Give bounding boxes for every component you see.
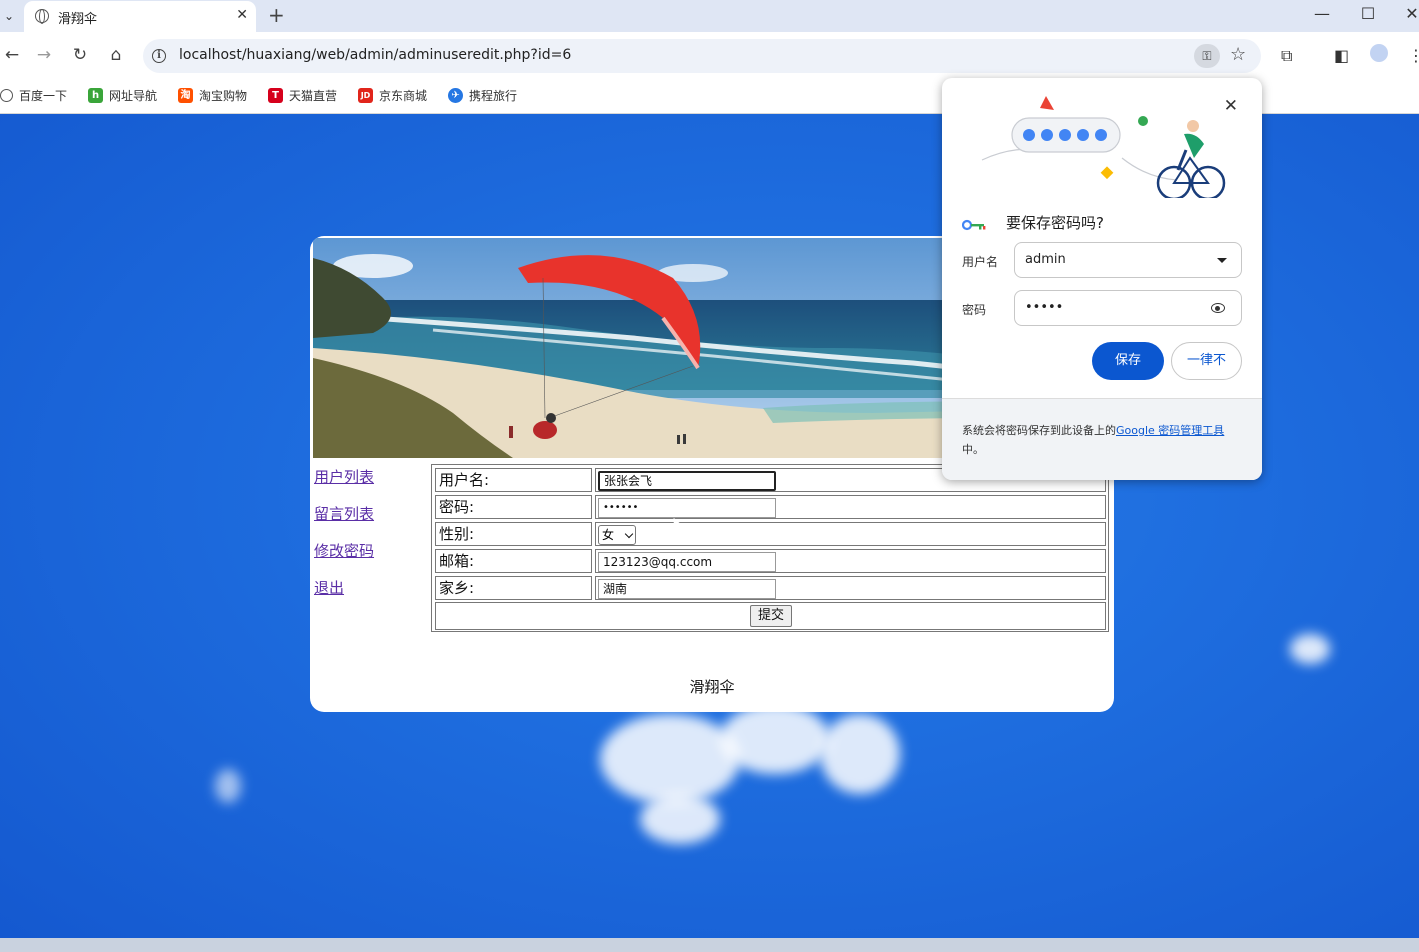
sidebar-link-logout[interactable]: 退出 bbox=[314, 577, 344, 598]
taobao-icon: 淘 bbox=[178, 88, 193, 103]
bookmark-baidu[interactable]: 百度一下 bbox=[0, 87, 67, 104]
window-close-icon[interactable]: ✕ bbox=[1392, 4, 1419, 23]
sidebar-link-message-list[interactable]: 留言列表 bbox=[314, 503, 374, 524]
form-row-gender: 性别: 女 bbox=[435, 522, 1106, 546]
url-text[interactable]: localhost/huaxiang/web/admin/adminusered… bbox=[179, 47, 571, 63]
username-label: 用户名: bbox=[435, 468, 592, 492]
form-row-hometown: 家乡: 湖南 bbox=[435, 576, 1106, 600]
cloud bbox=[1290, 634, 1330, 664]
hao123-icon: h bbox=[88, 88, 103, 103]
eye-icon[interactable] bbox=[1211, 303, 1225, 313]
cloud bbox=[600, 714, 740, 804]
tab-active[interactable]: 滑翔伞 ✕ bbox=[24, 1, 256, 32]
password-input[interactable]: •••••• bbox=[598, 498, 776, 518]
gender-select[interactable]: 女 bbox=[598, 525, 636, 545]
hometown-input[interactable]: 湖南 bbox=[598, 579, 776, 599]
form-row-submit: 提交 bbox=[435, 602, 1106, 630]
home-icon[interactable]: ⌂ bbox=[104, 45, 128, 65]
key-icon bbox=[961, 217, 986, 230]
bookmark-jd[interactable]: JD 京东商城 bbox=[358, 87, 427, 104]
bookmark-tmall[interactable]: T 天猫直营 bbox=[268, 87, 337, 104]
side-panel-icon[interactable]: ◧ bbox=[1334, 46, 1349, 65]
maximize-icon[interactable]: ☐ bbox=[1348, 4, 1388, 23]
dialog-title: 要保存密码吗? bbox=[961, 212, 1104, 233]
gender-label: 性别: bbox=[435, 522, 592, 546]
cloud bbox=[215, 769, 241, 803]
never-save-button[interactable]: 一律不 bbox=[1171, 342, 1242, 380]
password-label: 密码: bbox=[435, 495, 592, 519]
email-cell: 123123@qq.ccom bbox=[595, 549, 1106, 573]
form-row-email: 邮箱: 123123@qq.ccom bbox=[435, 549, 1106, 573]
baidu-icon bbox=[0, 89, 13, 102]
save-password-button[interactable]: 保存 bbox=[1092, 342, 1164, 380]
bookmark-taobao[interactable]: 淘 淘宝购物 bbox=[178, 87, 247, 104]
hometown-cell: 湖南 bbox=[595, 576, 1106, 600]
tab-strip: ⌄ 滑翔伞 ✕ + — ☐ ✕ bbox=[0, 0, 1419, 32]
username-input[interactable]: 张张会飞 bbox=[598, 471, 776, 491]
popup-username-value: admin bbox=[1025, 252, 1066, 267]
gender-selected-value: 女 bbox=[602, 528, 615, 542]
jd-icon: JD bbox=[358, 88, 373, 103]
submit-button[interactable]: 提交 bbox=[750, 605, 792, 627]
reload-icon[interactable]: ↻ bbox=[68, 45, 92, 65]
bookmark-ctrip[interactable]: ✈ 携程旅行 bbox=[448, 87, 517, 104]
bookmark-hao123[interactable]: h 网址导航 bbox=[88, 87, 157, 104]
browser-toolbar: ← → ↻ ⌂ i localhost/huaxiang/web/admin/a… bbox=[0, 32, 1419, 76]
chevron-down-icon bbox=[624, 529, 634, 539]
back-icon[interactable]: ← bbox=[0, 45, 24, 65]
site-info-icon[interactable]: i bbox=[152, 49, 166, 63]
page-footer: 滑翔伞 bbox=[689, 678, 735, 696]
dialog-footer-text: 系统会将密码保存到此设备上的Google 密码管理工具中。 bbox=[962, 424, 1225, 456]
ctrip-icon: ✈ bbox=[448, 88, 463, 103]
bottom-status-strip bbox=[0, 938, 1419, 952]
sidebar-link-change-password[interactable]: 修改密码 bbox=[314, 540, 374, 561]
menu-kebab-icon[interactable]: ⋮ bbox=[1408, 46, 1419, 65]
hometown-label: 家乡: bbox=[435, 576, 592, 600]
bookmark-star-icon[interactable]: ☆ bbox=[1230, 44, 1246, 65]
globe-icon bbox=[35, 9, 49, 24]
popup-password-field[interactable]: ••••• bbox=[1014, 290, 1242, 326]
popup-username-dropdown[interactable]: admin bbox=[1014, 242, 1242, 278]
cloud bbox=[720, 704, 830, 774]
password-cell: •••••• bbox=[595, 495, 1106, 519]
profile-avatar-icon[interactable] bbox=[1370, 44, 1388, 62]
cloud bbox=[640, 794, 720, 844]
password-manager-link[interactable]: Google 密码管理工具 bbox=[1116, 424, 1224, 437]
email-input[interactable]: 123123@qq.ccom bbox=[598, 552, 776, 572]
password-key-icon[interactable]: ⚿ bbox=[1194, 44, 1220, 68]
sidebar-link-user-list[interactable]: 用户列表 bbox=[314, 466, 374, 487]
tab-title: 滑翔伞 bbox=[58, 12, 98, 27]
minimize-icon[interactable]: — bbox=[1302, 4, 1342, 23]
email-label: 邮箱: bbox=[435, 549, 592, 573]
dialog-footer: 系统会将密码保存到此设备上的Google 密码管理工具中。 bbox=[942, 398, 1262, 480]
tab-close-icon[interactable]: ✕ bbox=[236, 7, 248, 23]
new-tab-icon[interactable]: + bbox=[268, 3, 285, 27]
forward-icon[interactable]: → bbox=[32, 45, 56, 65]
address-bar[interactable]: i localhost/huaxiang/web/admin/adminuser… bbox=[143, 39, 1261, 73]
extensions-icon[interactable]: ⧉ bbox=[1281, 46, 1292, 66]
password-illustration bbox=[981, 96, 1226, 198]
popup-password-label: 密码 bbox=[962, 303, 987, 317]
user-edit-form: 用户名: 张张会飞 密码: •••••• 性别: 女 邮箱: 123123@qq… bbox=[431, 464, 1109, 632]
popup-password-value: ••••• bbox=[1025, 300, 1064, 315]
save-password-dialog: ✕ 要保存密码吗? 用户名 admin 密码 ••••• 保存 一律不 系统会将… bbox=[942, 78, 1262, 480]
popup-username-label: 用户名 bbox=[962, 255, 999, 269]
caret-down-icon bbox=[1217, 258, 1227, 263]
tab-search-chevron-icon[interactable]: ⌄ bbox=[0, 4, 18, 28]
cloud bbox=[820, 714, 900, 794]
tmall-icon: T bbox=[268, 88, 283, 103]
form-row-password: 密码: •••••• bbox=[435, 495, 1106, 519]
